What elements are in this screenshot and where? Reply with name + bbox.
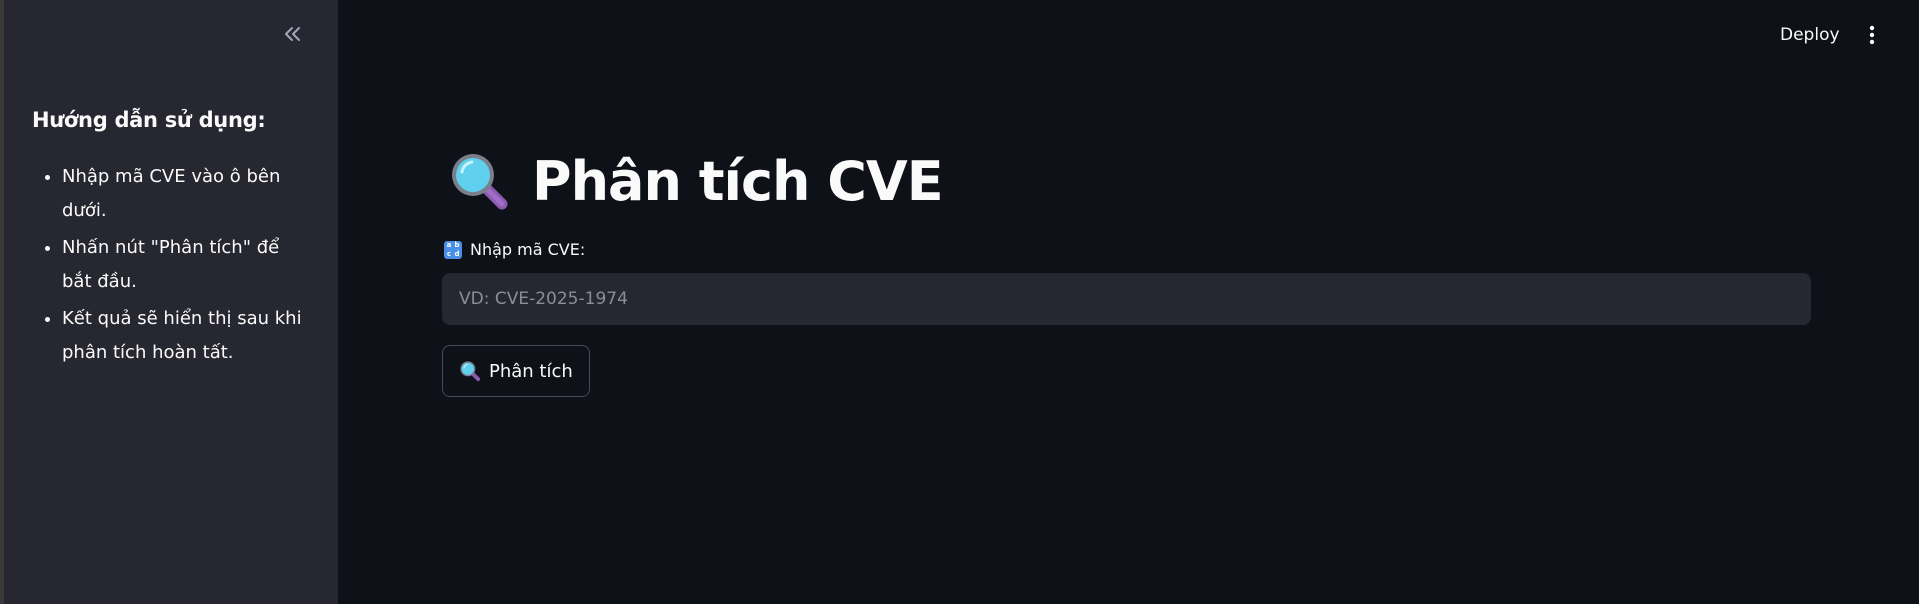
page-title: Phân tích CVE — [532, 149, 944, 213]
abcd-icon: abcd — [444, 240, 462, 259]
analyze-button[interactable]: Phân tích — [442, 345, 590, 397]
magnifying-glass-icon — [452, 154, 508, 210]
main-menu-button[interactable] — [1860, 20, 1884, 50]
chevrons-left-icon — [285, 27, 300, 41]
cve-input[interactable] — [442, 273, 1811, 325]
deploy-button[interactable]: Deploy — [1780, 20, 1840, 50]
title-row: Phân tích CVE — [448, 146, 944, 216]
analyze-button-label: Phân tích — [489, 360, 573, 382]
magnifying-glass-icon — [460, 361, 481, 382]
instruction-item: Nhấn nút "Phân tích" để bắt đầu. — [62, 231, 312, 299]
cve-input-label-text: Nhập mã CVE: — [470, 240, 586, 259]
instructions-list: Nhập mã CVE vào ô bên dưới. Nhấn nút "Ph… — [32, 160, 312, 373]
instruction-item: Nhập mã CVE vào ô bên dưới. — [62, 160, 312, 228]
sidebar: Hướng dẫn sử dụng: Nhập mã CVE vào ô bên… — [4, 0, 338, 604]
instruction-item: Kết quả sẽ hiển thị sau khi phân tích ho… — [62, 302, 312, 370]
more-vertical-icon — [1869, 25, 1875, 45]
cve-input-label: abcd Nhập mã CVE: — [444, 240, 585, 259]
collapse-sidebar-button[interactable] — [278, 20, 306, 48]
sidebar-heading: Hướng dẫn sử dụng: — [32, 108, 266, 132]
